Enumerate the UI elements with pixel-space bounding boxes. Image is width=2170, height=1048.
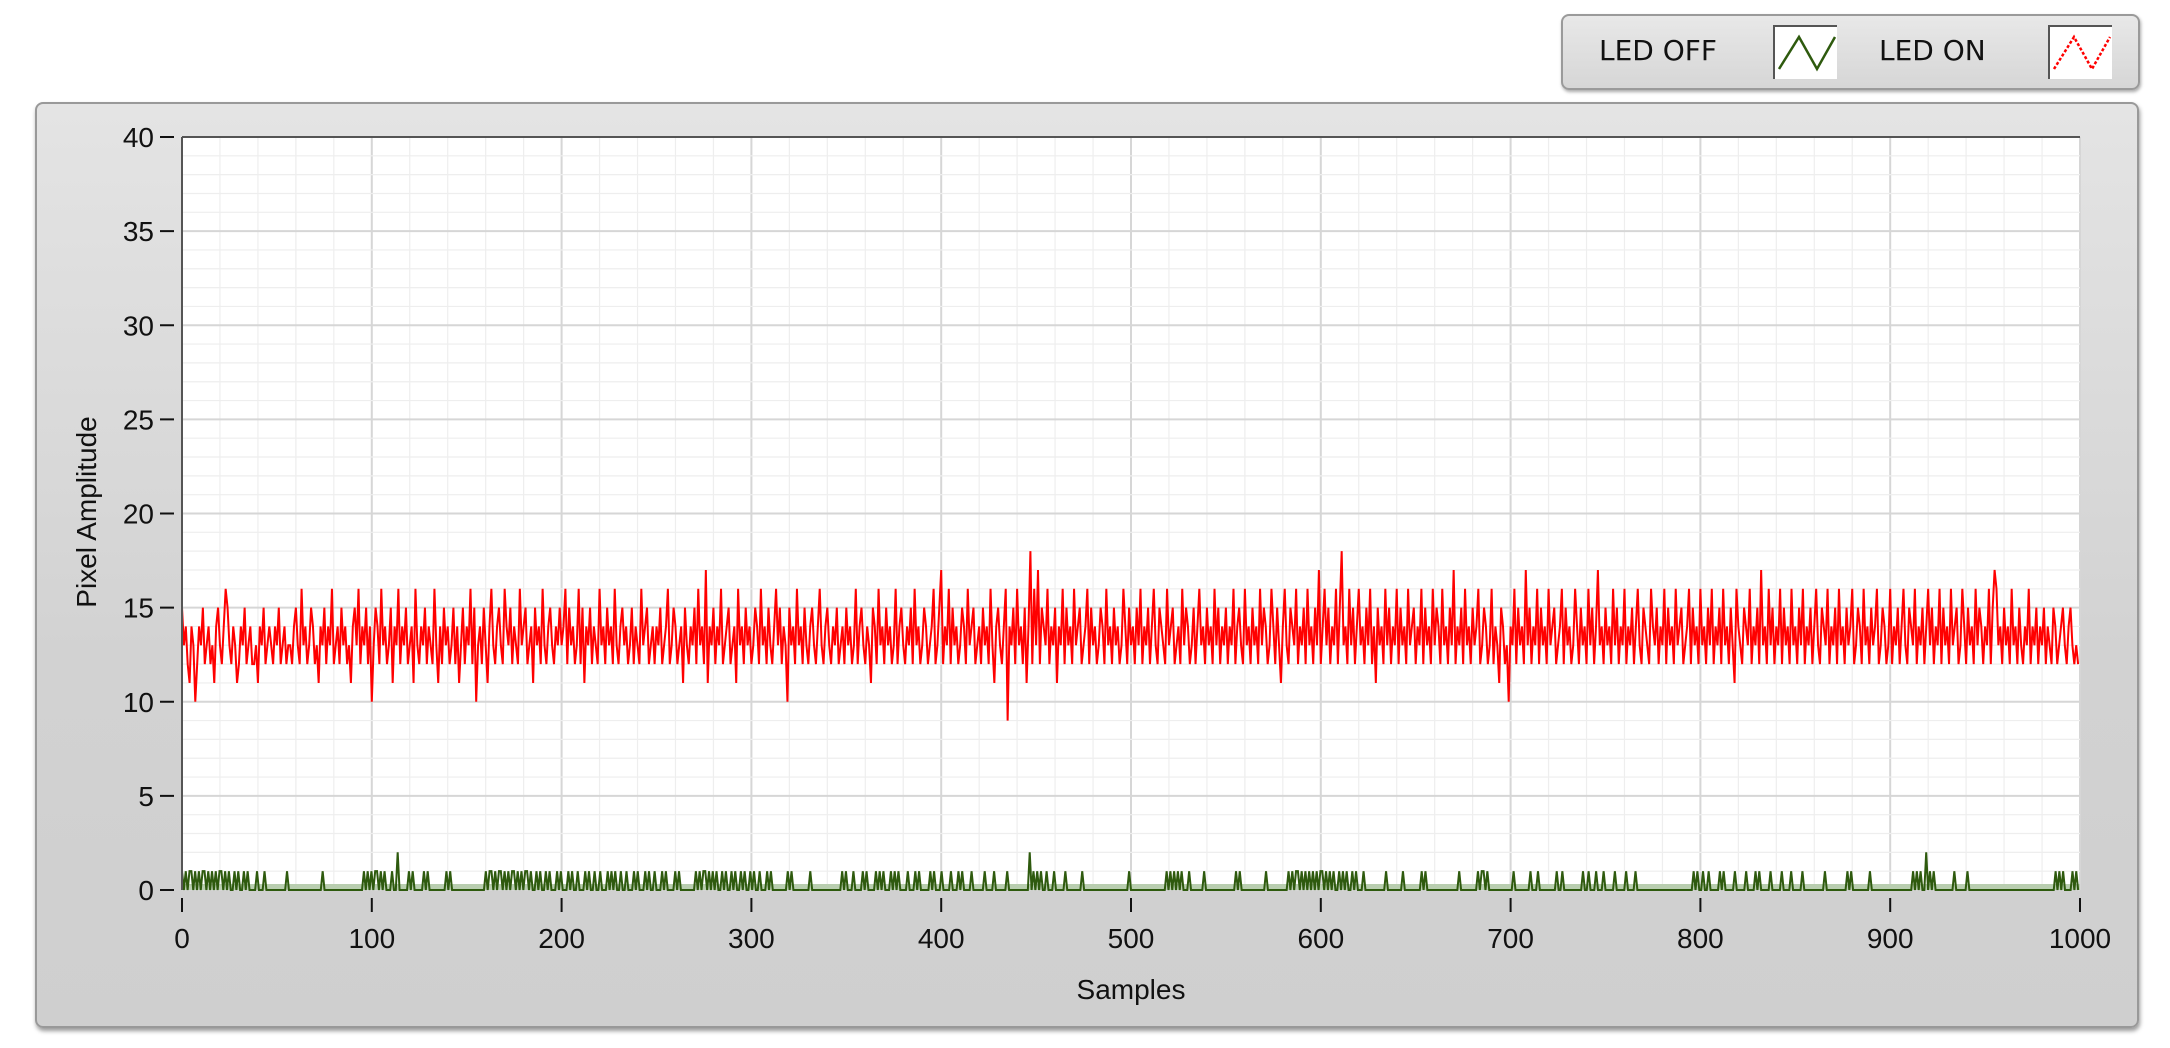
x-tick-label: 800: [1677, 923, 1724, 954]
y-tick-label: 15: [123, 593, 154, 624]
y-tick-label: 20: [123, 499, 154, 530]
x-tick-label: 500: [1108, 923, 1155, 954]
x-tick-label: 0: [174, 923, 190, 954]
x-tick-label: 300: [728, 923, 775, 954]
y-tick-label: 35: [123, 216, 154, 247]
x-tick-label: 400: [918, 923, 965, 954]
y-tick-label: 30: [123, 310, 154, 341]
x-tick-label: 100: [348, 923, 395, 954]
y-tick-label: 5: [138, 781, 154, 812]
waveform-graph: 0 100 200 300 400 500 600 700 800 900 1000 0 5 10 15 20…: [71, 122, 2111, 1005]
x-tick-label: 700: [1487, 923, 1534, 954]
y-tick-label: 40: [123, 122, 154, 153]
x-tick-label: 600: [1297, 923, 1344, 954]
x-tick-label: 900: [1867, 923, 1914, 954]
x-tick-label: 1000: [2049, 923, 2111, 954]
y-tick-label: 0: [138, 875, 154, 906]
x-axis-label: Samples: [1077, 974, 1186, 1005]
y-tick-label: 10: [123, 687, 154, 718]
y-axis-label: Pixel Amplitude: [71, 416, 102, 607]
x-tick-label: 200: [538, 923, 585, 954]
y-tick-label: 25: [123, 404, 154, 435]
